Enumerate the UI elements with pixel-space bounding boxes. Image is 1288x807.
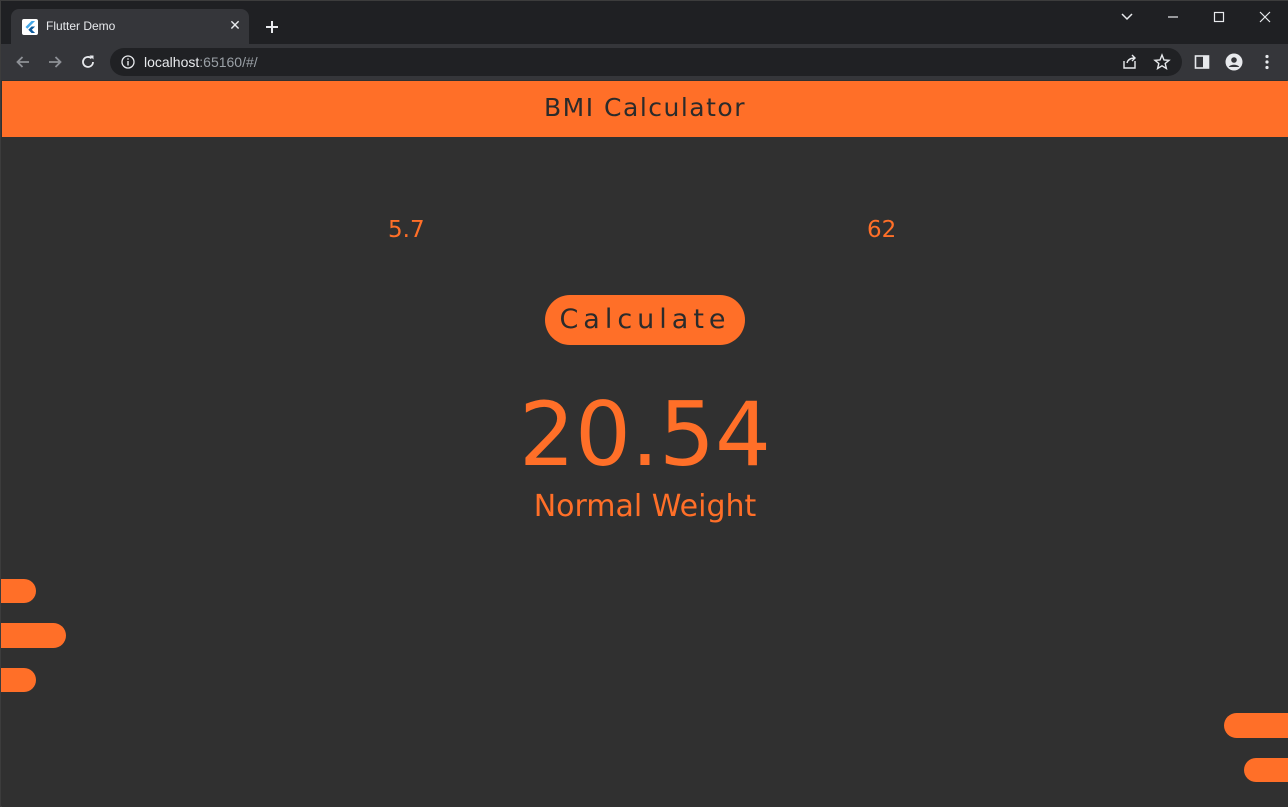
weight-value[interactable]: 62 <box>867 217 896 243</box>
decor-pill-left-1 <box>1 579 36 603</box>
reload-icon[interactable] <box>79 53 97 71</box>
url-host: localhost <box>144 54 200 70</box>
profile-avatar-icon[interactable] <box>1225 53 1243 71</box>
height-value[interactable]: 5.7 <box>388 217 425 243</box>
tab-title: Flutter Demo <box>46 19 116 33</box>
maximize-icon[interactable] <box>1208 7 1230 27</box>
side-panel-icon[interactable] <box>1193 53 1211 71</box>
bookmark-star-icon[interactable] <box>1153 53 1171 71</box>
tab-strip: Flutter Demo ✕ <box>1 1 1288 44</box>
tab-search-chevron-icon[interactable] <box>1116 7 1138 27</box>
new-tab-icon[interactable] <box>263 18 281 36</box>
app-title: BMI Calculator <box>544 93 746 122</box>
share-icon[interactable] <box>1121 53 1139 71</box>
bmi-category: Normal Weight <box>533 489 757 524</box>
back-icon[interactable] <box>14 53 32 71</box>
url-path: :65160/#/ <box>199 54 258 70</box>
app-bar: BMI Calculator <box>2 81 1288 137</box>
decor-pill-right-2 <box>1244 758 1288 782</box>
browser-toolbar: localhost:65160/#/ <box>1 44 1288 80</box>
decor-pill-left-3 <box>1 668 36 692</box>
decor-pill-right-1 <box>1224 713 1288 738</box>
close-window-icon[interactable] <box>1254 7 1276 27</box>
decor-pill-left-2 <box>1 623 66 648</box>
bmi-result: 20.54 <box>519 383 771 486</box>
browser-window: Flutter Demo ✕ localhost:65160/#/ BMI Ca… <box>0 0 1288 807</box>
address-bar[interactable]: localhost:65160/#/ <box>110 48 1182 76</box>
more-menu-icon[interactable] <box>1258 53 1276 71</box>
url-text: localhost:65160/#/ <box>144 54 258 70</box>
calculate-button[interactable]: Calculate <box>545 295 745 345</box>
site-info-icon[interactable] <box>120 54 136 70</box>
tab-close-icon[interactable]: ✕ <box>227 18 243 34</box>
tab-flutter-demo[interactable]: Flutter Demo ✕ <box>11 9 249 44</box>
flutter-favicon-icon <box>22 19 38 35</box>
minimize-icon[interactable] <box>1162 7 1184 27</box>
calculator-body: 5.7 62 Calculate 20.54 Normal Weight <box>1 137 1288 807</box>
forward-icon[interactable] <box>46 53 64 71</box>
